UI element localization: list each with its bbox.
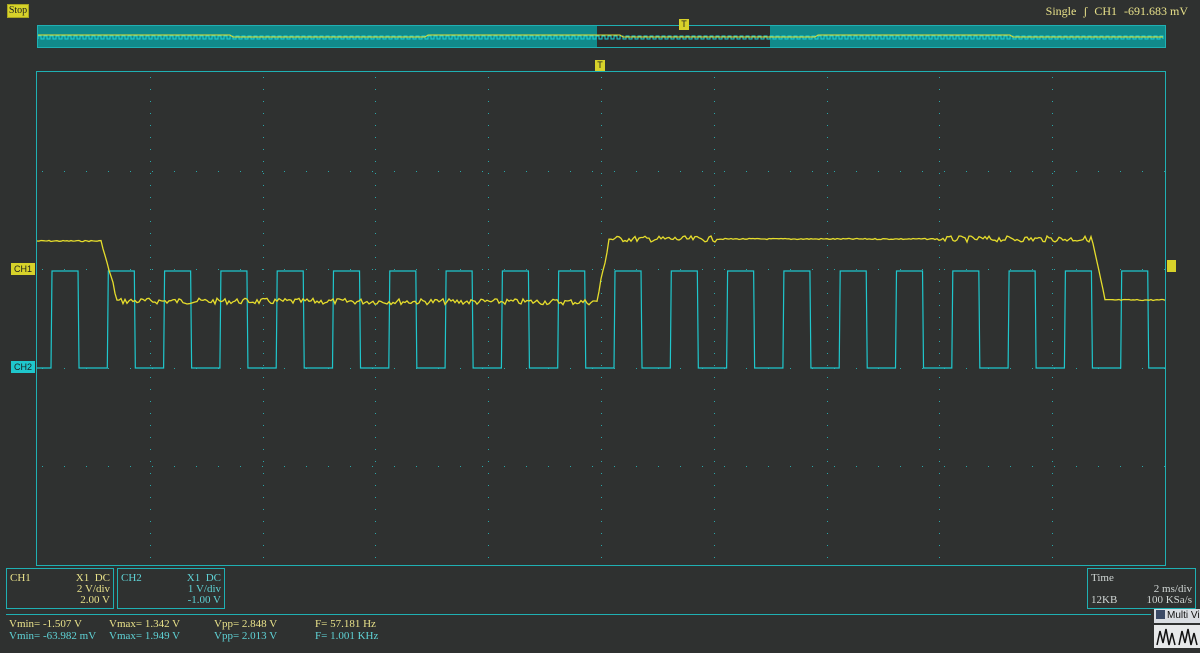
timebase-panel[interactable]: Time 2 ms/div 12KB 100 KSa/s [1087,568,1196,609]
ch1-frequency: F= 57.181 Hz [315,618,376,630]
waveform-thumbnail-icon [1156,628,1198,646]
multi-view-icon [1156,610,1165,619]
run-stop-status[interactable]: Stop [7,4,29,18]
overview-trigger-marker[interactable]: T [679,19,689,30]
overview-trace-line [38,35,1164,40]
ch1-vpp: Vpp= 2.848 V [214,618,278,630]
ch2-panel-label: CH2 [121,572,142,584]
ch1-level-marker[interactable]: CH1 [11,263,36,275]
time-label: Time [1091,572,1114,584]
ch2-vmin: Vmin= -63.982 mV [9,630,97,642]
ch2-frequency: F= 1.001 KHz [315,630,379,642]
trigger-level: -691.683 mV [1124,4,1188,18]
trigger-source: CH1 [1094,4,1117,18]
ch2-level-marker[interactable]: CH2 [11,361,36,373]
measurements-panel: Vmin= -1.507 V Vmax= 1.342 V Vpp= 2.848 … [6,614,1151,646]
ch2-vmax: Vmax= 1.949 V [109,630,181,642]
multi-view-button[interactable]: Multi Vi [1154,609,1200,623]
oscilloscope-screen[interactable] [36,71,1166,566]
waveform-thumbnails[interactable] [1154,625,1200,648]
sample-rate: 100 KSa/s [1146,594,1192,606]
ch1-panel-label: CH1 [10,572,31,584]
waveforms [37,234,1165,369]
ch2-vpp: Vpp= 2.013 V [214,630,278,642]
ch2-settings-panel[interactable]: CH2 X1 DC 1 V/div -1.00 V [117,568,225,609]
ch2-waveform [37,270,1165,369]
trigger-level-marker[interactable] [1167,260,1176,272]
ch2-offset: -1.00 V [187,594,221,606]
overview-trace [38,34,1164,40]
trigger-position-marker[interactable]: T [595,60,605,71]
trigger-mode: Single [1045,4,1077,18]
ch1-vmin: Vmin= -1.507 V [9,618,82,630]
memory-depth: 12KB [1091,594,1118,606]
ch1-settings-panel[interactable]: CH1 X1 DC 2 V/div 2.00 V [6,568,114,609]
ch1-offset: 2.00 V [80,594,110,606]
trigger-info: Single ʃ CH1 -691.683 mV [1042,4,1188,19]
ch1-vmax: Vmax= 1.342 V [109,618,181,630]
ch1-waveform [37,234,1165,306]
rising-edge-icon: ʃ [1083,4,1088,18]
waveform-overview[interactable] [37,25,1166,48]
